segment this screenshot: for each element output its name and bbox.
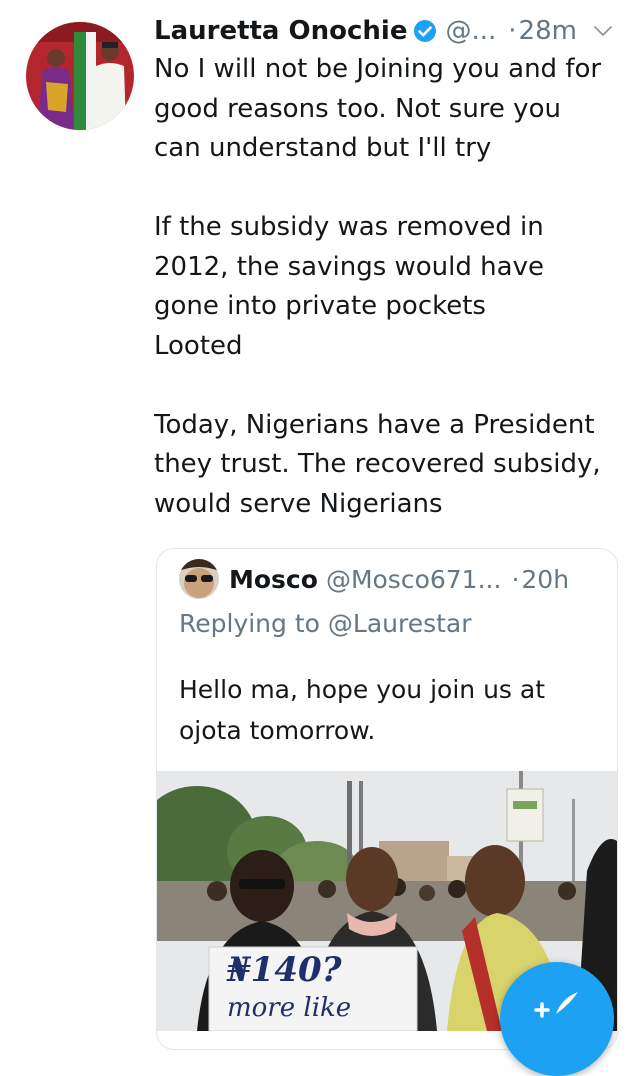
tweet-line: they trust. The recovered subsidy, [154,449,601,479]
quoted-tweet-timestamp[interactable]: 20h [521,565,569,594]
author-handle[interactable]: @... [445,16,496,46]
compose-tweet-icon [534,992,578,1018]
tweet-line: No I will not be Joining you and for [154,54,602,84]
author-name[interactable]: Lauretta Onochie [154,16,407,46]
tweet-header: Lauretta Onochie @... · 28m [154,10,626,52]
tweet-line: good reasons too. Not sure you [154,93,561,124]
tweet-text: No I will not be Joining you and for goo… [154,50,624,524]
tweet-line: 2012, the savings would have [154,251,544,282]
tweet-line: gone into private pockets [154,291,486,321]
compose-tweet-button[interactable] [500,962,614,1076]
tweet-line: Looted [154,330,243,361]
quoted-author-name[interactable]: Mosco [229,565,318,594]
protest-sign-text: ₦140? more like [227,951,407,1027]
tweet-line: Today, Nigerians have a President [154,409,595,440]
quoted-author-handle[interactable]: @Mosco671... [326,565,502,594]
sign-line-2: more like [227,993,352,1023]
verified-badge-icon [414,20,437,42]
tweet-timestamp[interactable]: 28m [519,16,577,46]
quoted-author-avatar[interactable] [179,559,219,599]
quoted-tweet-text: Hello ma, hope you join us at ojota tomo… [179,669,599,751]
replying-to-label[interactable]: Replying to @Laurestar [179,609,472,638]
quoted-tweet-line: ojota tomorrow. [179,716,376,745]
tweet-line: If the subsidy was removed in [154,212,544,242]
tweet-line: can understand but I'll try [154,133,492,163]
separator-dot: · [508,16,517,46]
separator-dot: · [511,564,520,594]
author-avatar[interactable] [26,22,134,130]
chevron-down-icon[interactable] [591,19,615,43]
quoted-tweet-line: Hello ma, hope you join us at [179,675,546,704]
sign-line-1: ₦140? [227,950,342,990]
quoted-tweet-header: Mosco @Mosco671... · 20h [179,557,607,601]
tweet-line: would serve Nigerians [154,488,443,519]
